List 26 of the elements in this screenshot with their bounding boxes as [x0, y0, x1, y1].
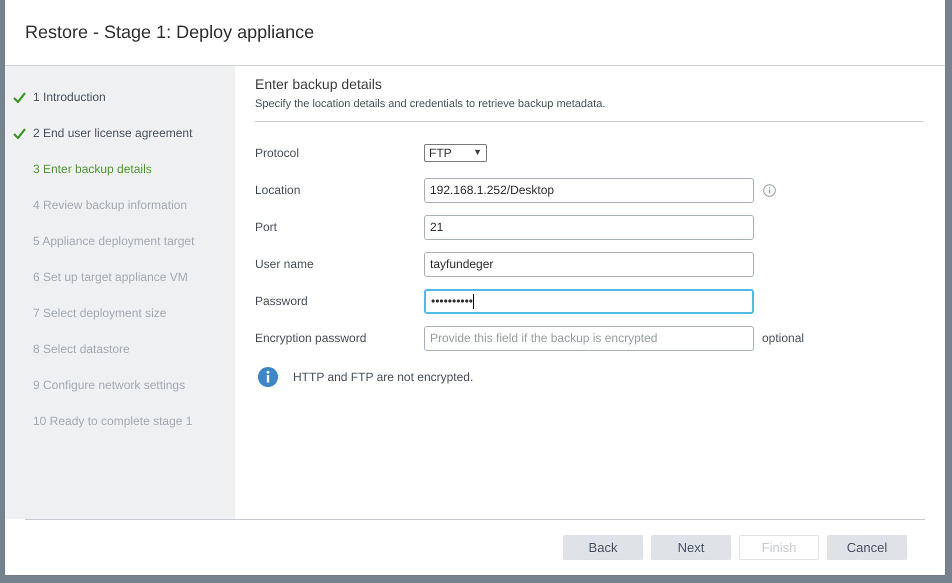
check-icon [13, 92, 26, 102]
field-label: Encryption password [255, 330, 368, 347]
window-title: Restore - Stage 1: Deploy appliance [25, 21, 314, 44]
field-label: Location [255, 182, 302, 199]
input-field[interactable]: •••••••••• [424, 288, 754, 314]
input-field[interactable]: 192.168.1.252/Desktop [424, 178, 754, 202]
page-heading: Enter backup details [255, 75, 383, 94]
protocol-select[interactable]: FTP ▼ [424, 144, 487, 162]
input-field[interactable]: 21 [424, 214, 754, 240]
notice-text: HTTP and FTP are not encrypted. [293, 368, 474, 386]
optional-note: optional [762, 330, 804, 347]
check-icon [13, 128, 26, 138]
input-field[interactable]: tayfundeger [424, 252, 754, 276]
field-label: Port [255, 219, 278, 236]
wizard-button[interactable]: Cancel [827, 535, 907, 560]
wizard-step[interactable]: 3 Enter backup details [33, 160, 152, 178]
field-label: Protocol [255, 145, 300, 162]
info-icon [258, 366, 278, 386]
page-subheading: Specify the location details and credentials to retrieve backup metadata. [255, 97, 606, 112]
field-label: User name [255, 256, 315, 273]
wizard-step[interactable]: 2 End user license agreement [33, 124, 192, 142]
field-label: Password [255, 293, 309, 310]
info-icon[interactable] [763, 184, 776, 196]
wizard-step[interactable]: 1 Introduction [33, 88, 106, 106]
wizard-button[interactable]: Back [563, 535, 643, 560]
wizard-button[interactable]: Next [651, 535, 731, 560]
